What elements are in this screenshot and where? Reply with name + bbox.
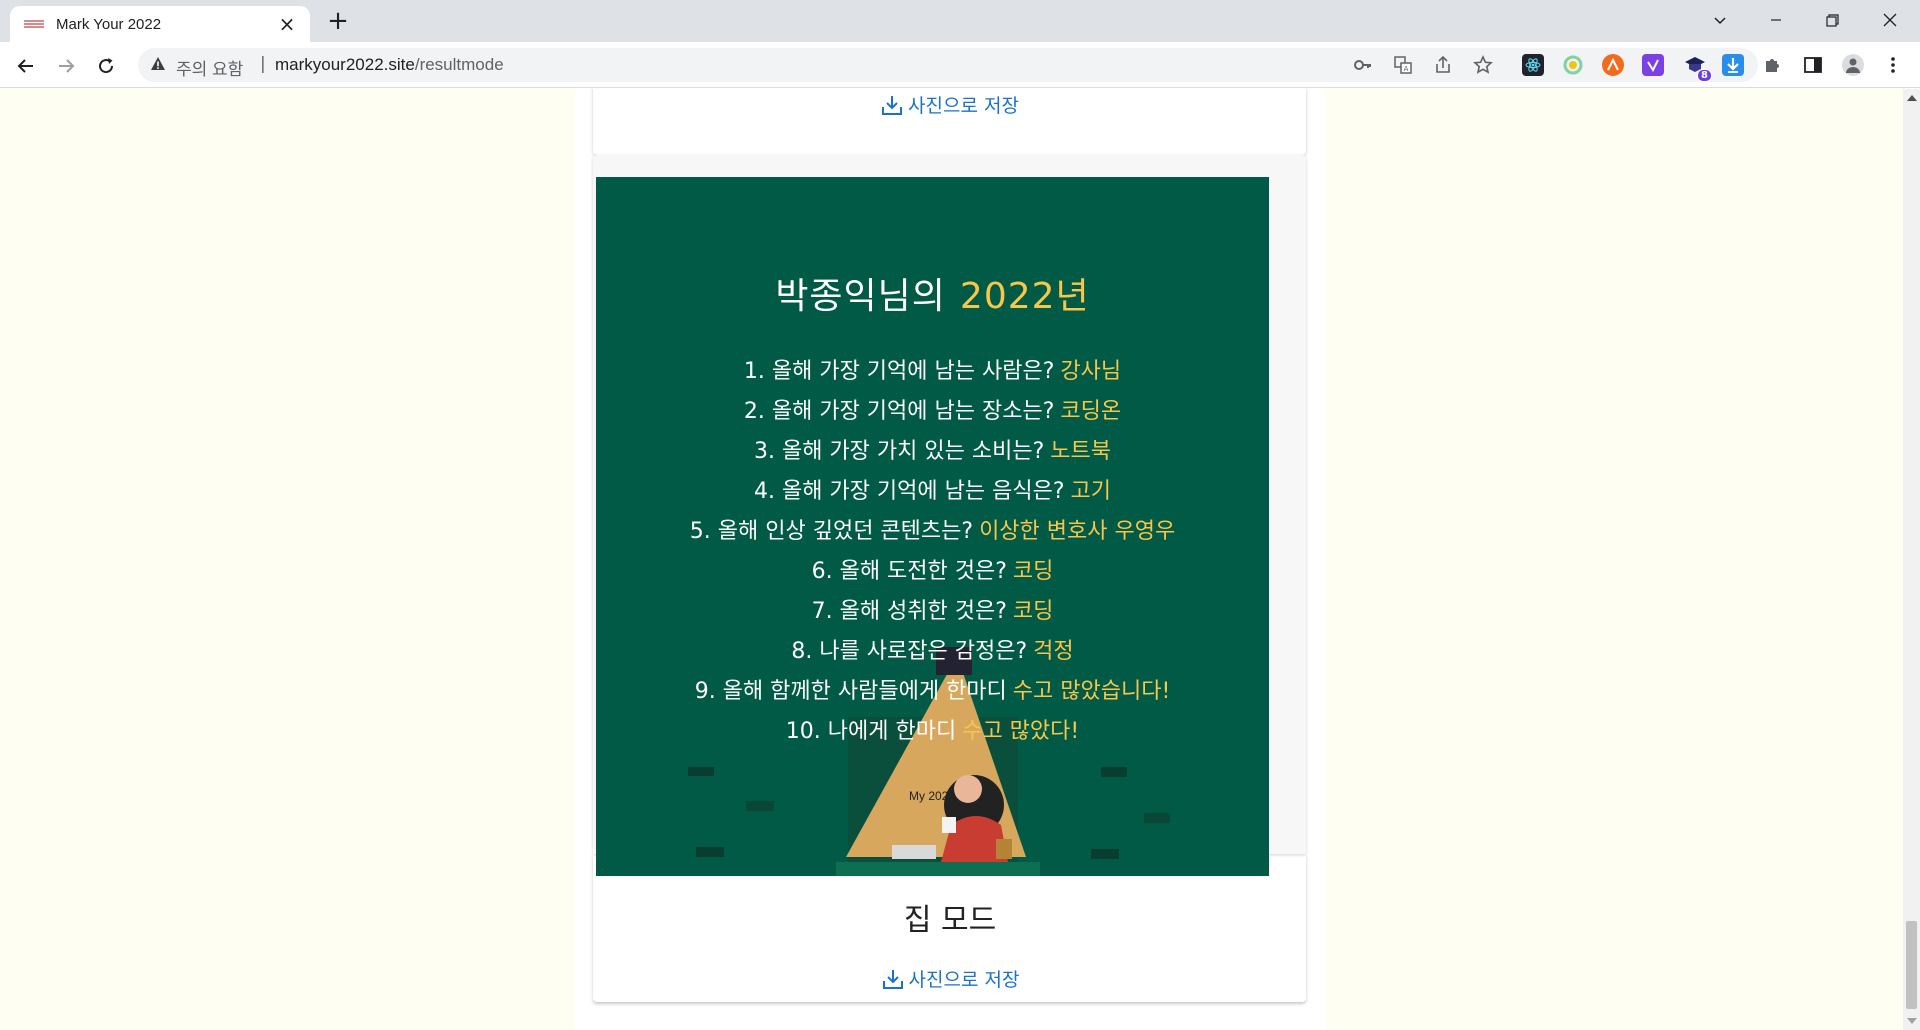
answer-item: 10. 나에게 한마디 수고 많았다!	[785, 719, 1080, 744]
download-icon	[882, 95, 903, 115]
page-viewport: 사진으로 저장 My 2022 박종익님의 2022년 1. 올해 가장 기억에…	[0, 89, 1903, 1030]
browser-toolbar: 주의 요함 | markyour2022.site/resultmode A 8	[0, 42, 1920, 88]
new-tab-button[interactable]: +	[322, 6, 354, 38]
scroll-down-arrow-icon[interactable]	[1907, 1018, 1917, 1024]
translate-icon[interactable]: A	[1392, 54, 1414, 76]
download-icon	[882, 969, 903, 989]
orange-extension-icon[interactable]	[1602, 54, 1624, 76]
bookmark-star-icon[interactable]	[1472, 54, 1494, 76]
answer-item: 6. 올해 도전한 것은? 코딩	[811, 559, 1054, 584]
scroll-up-arrow-icon[interactable]	[1907, 95, 1917, 101]
answer-item: 2. 올해 가장 기억에 남는 장소는? 코딩온	[743, 399, 1122, 424]
tab-strip: Mark Your 2022 × +	[0, 0, 1920, 42]
answer-item: 1. 올해 가장 기억에 남는 사람은? 강사님	[743, 359, 1122, 384]
warning-icon[interactable]	[150, 56, 166, 76]
answer-item: 3. 올해 가장 가치 있는 소비는? 노트북	[753, 439, 1111, 464]
share-icon[interactable]	[1432, 54, 1454, 76]
answer-list: 1. 올해 가장 기억에 남는 사람은? 강사님 2. 올해 가장 기억에 남는 …	[596, 352, 1269, 752]
extensions-puzzle-icon[interactable]	[1762, 54, 1784, 76]
color-picker-extension-icon[interactable]	[1562, 54, 1584, 76]
browser-tab[interactable]: Mark Your 2022 ×	[10, 6, 310, 42]
close-window-icon[interactable]	[1862, 0, 1918, 40]
answer-item: 4. 올해 가장 기억에 남는 음식은? 고기	[754, 479, 1111, 504]
result-title: 박종익님의 2022년	[596, 267, 1269, 319]
key-icon[interactable]	[1352, 54, 1374, 76]
answer-item: 5. 올해 인상 깊었던 콘텐츠는? 이상한 변호사 우영우	[689, 519, 1176, 544]
answer-item: 8. 나를 사로잡은 감정은? 걱정	[791, 639, 1074, 664]
browser-menu-icon[interactable]	[1882, 54, 1904, 76]
mode-title: 집 모드	[903, 903, 997, 938]
site-favicon-icon	[24, 20, 44, 28]
security-status[interactable]: 주의 요함	[176, 55, 243, 80]
vimeo-extension-icon[interactable]	[1642, 54, 1664, 76]
profile-avatar-icon[interactable]	[1842, 54, 1864, 76]
content-column: 사진으로 저장 My 2022 박종익님의 2022년 1. 올해 가장 기억에…	[575, 89, 1325, 1030]
page-scrollbar[interactable]	[1903, 89, 1920, 1030]
save-photo-label: 사진으로 저장	[908, 969, 1020, 991]
address-bar[interactable]: 주의 요함 | markyour2022.site/resultmode A	[138, 48, 1758, 82]
previous-mode-card: 사진으로 저장	[593, 89, 1306, 155]
svg-text:A: A	[1404, 65, 1409, 73]
url-separator: |	[260, 54, 266, 74]
previous-save-photo-link[interactable]: 사진으로 저장	[593, 91, 1306, 118]
user-name-title: 박종익님의	[775, 276, 946, 317]
extension-badge: 8	[1697, 69, 1712, 82]
tab-search-icon[interactable]	[1692, 0, 1748, 40]
answer-item: 7. 올해 성취한 것은? 코딩	[811, 599, 1054, 624]
reload-icon[interactable]	[90, 50, 122, 82]
download-extension-icon[interactable]	[1722, 54, 1744, 76]
save-photo-link[interactable]: 사진으로 저장	[575, 965, 1325, 992]
forward-icon[interactable]	[50, 50, 82, 82]
scroll-thumb[interactable]	[1906, 921, 1917, 1009]
side-panel-icon[interactable]	[1802, 54, 1824, 76]
url-text[interactable]: markyour2022.site/resultmode	[275, 55, 504, 75]
year-title: 2022년	[959, 276, 1090, 317]
save-photo-label: 사진으로 저장	[908, 95, 1019, 117]
back-icon[interactable]	[10, 50, 42, 82]
tab-close-icon[interactable]: ×	[276, 14, 298, 34]
answer-item: 9. 올해 함께한 사람들에게 한마디 수고 많았습니다!	[694, 679, 1171, 704]
scene-caption: My 2022	[909, 789, 956, 803]
tab-title: Mark Your 2022	[56, 15, 162, 33]
restore-icon[interactable]	[1804, 0, 1860, 40]
result-image: My 2022 박종익님의 2022년 1. 올해 가장 기억에 남는 사람은? 강…	[596, 177, 1269, 876]
minimize-icon[interactable]	[1748, 0, 1804, 40]
graduation-extension-icon[interactable]: 8	[1684, 54, 1712, 82]
react-devtools-icon[interactable]	[1522, 54, 1544, 76]
